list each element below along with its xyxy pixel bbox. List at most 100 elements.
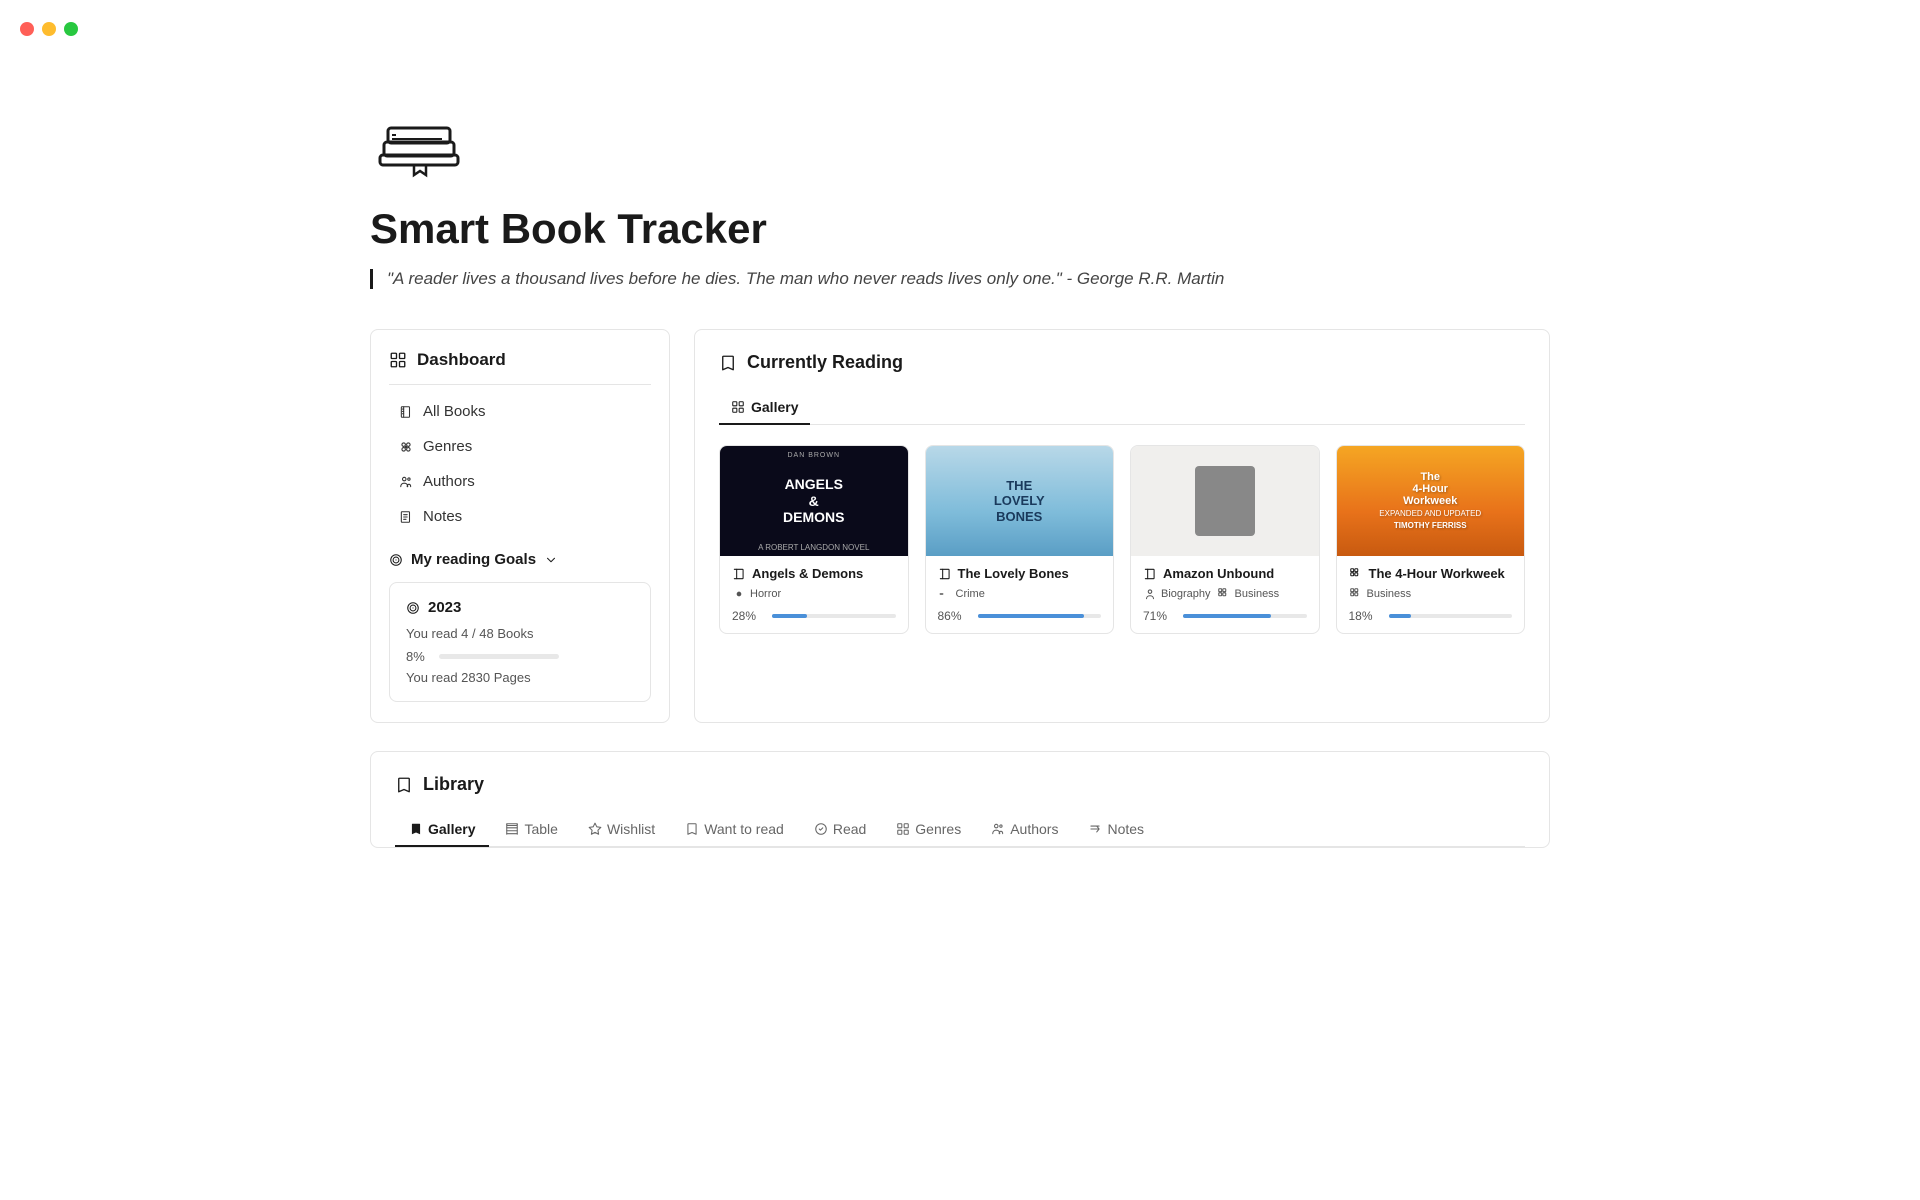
lib-read-icon bbox=[814, 822, 828, 836]
book-progress-row-2: 86% bbox=[938, 609, 1102, 623]
all-books-label: All Books bbox=[423, 403, 486, 420]
notes-icon bbox=[399, 510, 413, 524]
gallery-tab-icon bbox=[731, 400, 745, 414]
book-genre-row-2: Crime bbox=[938, 587, 1102, 601]
lib-authors-label: Authors bbox=[1010, 821, 1058, 837]
minimize-button[interactable] bbox=[42, 22, 56, 36]
book-title: Angels & Demons bbox=[752, 566, 863, 581]
genre-label-crime: Crime bbox=[956, 588, 985, 600]
genre-badge-business: Business bbox=[1217, 587, 1280, 601]
genre-label-business-3: Business bbox=[1235, 588, 1280, 600]
header-section: Smart Book Tracker "A reader lives a tho… bbox=[370, 100, 1550, 289]
lib-gallery-label: Gallery bbox=[428, 821, 475, 837]
lib-tab-notes[interactable]: Notes bbox=[1074, 813, 1158, 847]
genre-label-biography: Biography bbox=[1161, 588, 1211, 600]
chevron-down-icon bbox=[544, 553, 558, 567]
amazon-cover-art bbox=[1131, 446, 1319, 556]
sidebar-item-authors[interactable]: Authors bbox=[389, 465, 651, 498]
progress-value-1: 28% bbox=[732, 609, 764, 623]
book-title-row-3: Amazon Unbound bbox=[1143, 566, 1307, 581]
genre-label-horror: Horror bbox=[750, 588, 781, 600]
lib-want-to-read-icon bbox=[685, 822, 699, 836]
authors-icon bbox=[399, 475, 413, 489]
lib-wishlist-label: Wishlist bbox=[607, 821, 655, 837]
book-card-lovely-bones[interactable]: THELOVELYBONES The Lovely Bones bbox=[925, 445, 1115, 634]
progress-fill-2 bbox=[978, 614, 1084, 618]
angel-author-text: DAN BROWN bbox=[787, 452, 840, 459]
fourhour-title-text: The4-HourWorkweekEXPANDED AND UPDATEDTIM… bbox=[1379, 471, 1481, 531]
book-progress-row-4: 18% bbox=[1349, 609, 1513, 623]
angel-title-text: ANGELS&DEMONS bbox=[783, 476, 844, 526]
pages-read-stat: You read 2830 Pages bbox=[406, 670, 634, 685]
book-card-angels-demons[interactable]: DAN BROWN ANGELS&DEMONS A ROBERT LANGDON… bbox=[719, 445, 909, 634]
quote-block: "A reader lives a thousand lives before … bbox=[370, 269, 1550, 289]
book-title-row-2: The Lovely Bones bbox=[938, 566, 1102, 581]
genre-label-business-4: Business bbox=[1367, 588, 1412, 600]
tab-gallery[interactable]: Gallery bbox=[719, 391, 810, 425]
lib-gallery-icon bbox=[409, 822, 423, 836]
lib-tab-want-to-read[interactable]: Want to read bbox=[671, 813, 798, 847]
genre-badge-business-4: Business bbox=[1349, 587, 1412, 601]
two-col-layout: Dashboard All Books Gen bbox=[370, 329, 1550, 723]
progress-bar-4 bbox=[1389, 614, 1513, 618]
book-cover-4hour: The4-HourWorkweekEXPANDED AND UPDATEDTIM… bbox=[1337, 446, 1525, 556]
page-title: Smart Book Tracker bbox=[370, 205, 1550, 253]
currently-reading-title: Currently Reading bbox=[747, 352, 903, 373]
book-icon bbox=[399, 405, 413, 419]
fourhour-cover-art: The4-HourWorkweekEXPANDED AND UPDATEDTIM… bbox=[1337, 446, 1525, 556]
app-logo-icon bbox=[370, 100, 470, 180]
book-icon-sm bbox=[732, 567, 746, 581]
book-genre-row-4: Business bbox=[1349, 587, 1513, 601]
my-reading-goals-header[interactable]: My reading Goals bbox=[389, 551, 651, 568]
progress-percent-label: 8% bbox=[406, 649, 425, 664]
genres-icon bbox=[399, 440, 413, 454]
lib-tab-gallery[interactable]: Gallery bbox=[395, 813, 489, 847]
book-icon-sm-4 bbox=[1349, 567, 1363, 581]
currently-reading-tabs: Gallery bbox=[719, 391, 1525, 425]
book-title-3: Amazon Unbound bbox=[1163, 566, 1274, 581]
goals-label: My reading Goals bbox=[411, 551, 536, 568]
books-read-stat: You read 4 / 48 Books bbox=[406, 626, 634, 641]
genre-badge-biography: Biography bbox=[1143, 587, 1211, 601]
sidebar-item-all-books[interactable]: All Books bbox=[389, 395, 651, 428]
goal-year-icon bbox=[406, 601, 420, 615]
lib-want-to-read-label: Want to read bbox=[704, 821, 784, 837]
library-bookmark-icon bbox=[395, 776, 413, 794]
lovely-cover-art: THELOVELYBONES bbox=[926, 446, 1114, 556]
book-cover-lovely-bones: THELOVELYBONES bbox=[926, 446, 1114, 556]
genre-icon-4 bbox=[1349, 587, 1363, 601]
goals-year: 2023 bbox=[406, 599, 634, 616]
lib-table-icon bbox=[505, 822, 519, 836]
book-card-4hour-workweek[interactable]: The4-HourWorkweekEXPANDED AND UPDATEDTIM… bbox=[1336, 445, 1526, 634]
book-title-4: The 4-Hour Workweek bbox=[1369, 566, 1505, 581]
progress-value-2: 86% bbox=[938, 609, 970, 623]
books-gallery: DAN BROWN ANGELS&DEMONS A ROBERT LANGDON… bbox=[719, 445, 1525, 634]
lib-tab-genres[interactable]: Genres bbox=[882, 813, 975, 847]
amazon-face-placeholder bbox=[1195, 466, 1255, 536]
lib-tab-read[interactable]: Read bbox=[800, 813, 880, 847]
sidebar-item-genres[interactable]: Genres bbox=[389, 430, 651, 463]
book-card-amazon-unbound[interactable]: Amazon Unbound Biography bbox=[1130, 445, 1320, 634]
book-info-amazon-unbound: Amazon Unbound Biography bbox=[1131, 556, 1319, 633]
sidebar-item-notes[interactable]: Notes bbox=[389, 500, 651, 533]
lib-tab-table[interactable]: Table bbox=[491, 813, 571, 847]
genres-label: Genres bbox=[423, 438, 472, 455]
book-progress-row: 28% bbox=[732, 609, 896, 623]
progress-fill-3 bbox=[1183, 614, 1271, 618]
sidebar-card: Dashboard All Books Gen bbox=[370, 329, 670, 723]
book-genre-row: Horror bbox=[732, 587, 896, 601]
library-section: Library Gallery Table bbox=[370, 751, 1550, 848]
library-header: Library bbox=[395, 774, 1525, 795]
progress-bar-1 bbox=[772, 614, 896, 618]
lib-tab-authors[interactable]: Authors bbox=[977, 813, 1072, 847]
lib-tab-wishlist[interactable]: Wishlist bbox=[574, 813, 669, 847]
lib-wishlist-icon bbox=[588, 822, 602, 836]
goals-card: 2023 You read 4 / 48 Books 8% You read 2… bbox=[389, 582, 651, 702]
genre-icon-2 bbox=[938, 587, 952, 601]
maximize-button[interactable] bbox=[64, 22, 78, 36]
angels-cover-art: DAN BROWN ANGELS&DEMONS A ROBERT LANGDON… bbox=[720, 446, 908, 556]
dashboard-header: Dashboard bbox=[389, 350, 651, 385]
currently-reading-header: Currently Reading bbox=[719, 352, 1525, 373]
close-button[interactable] bbox=[20, 22, 34, 36]
notes-label: Notes bbox=[423, 508, 462, 525]
